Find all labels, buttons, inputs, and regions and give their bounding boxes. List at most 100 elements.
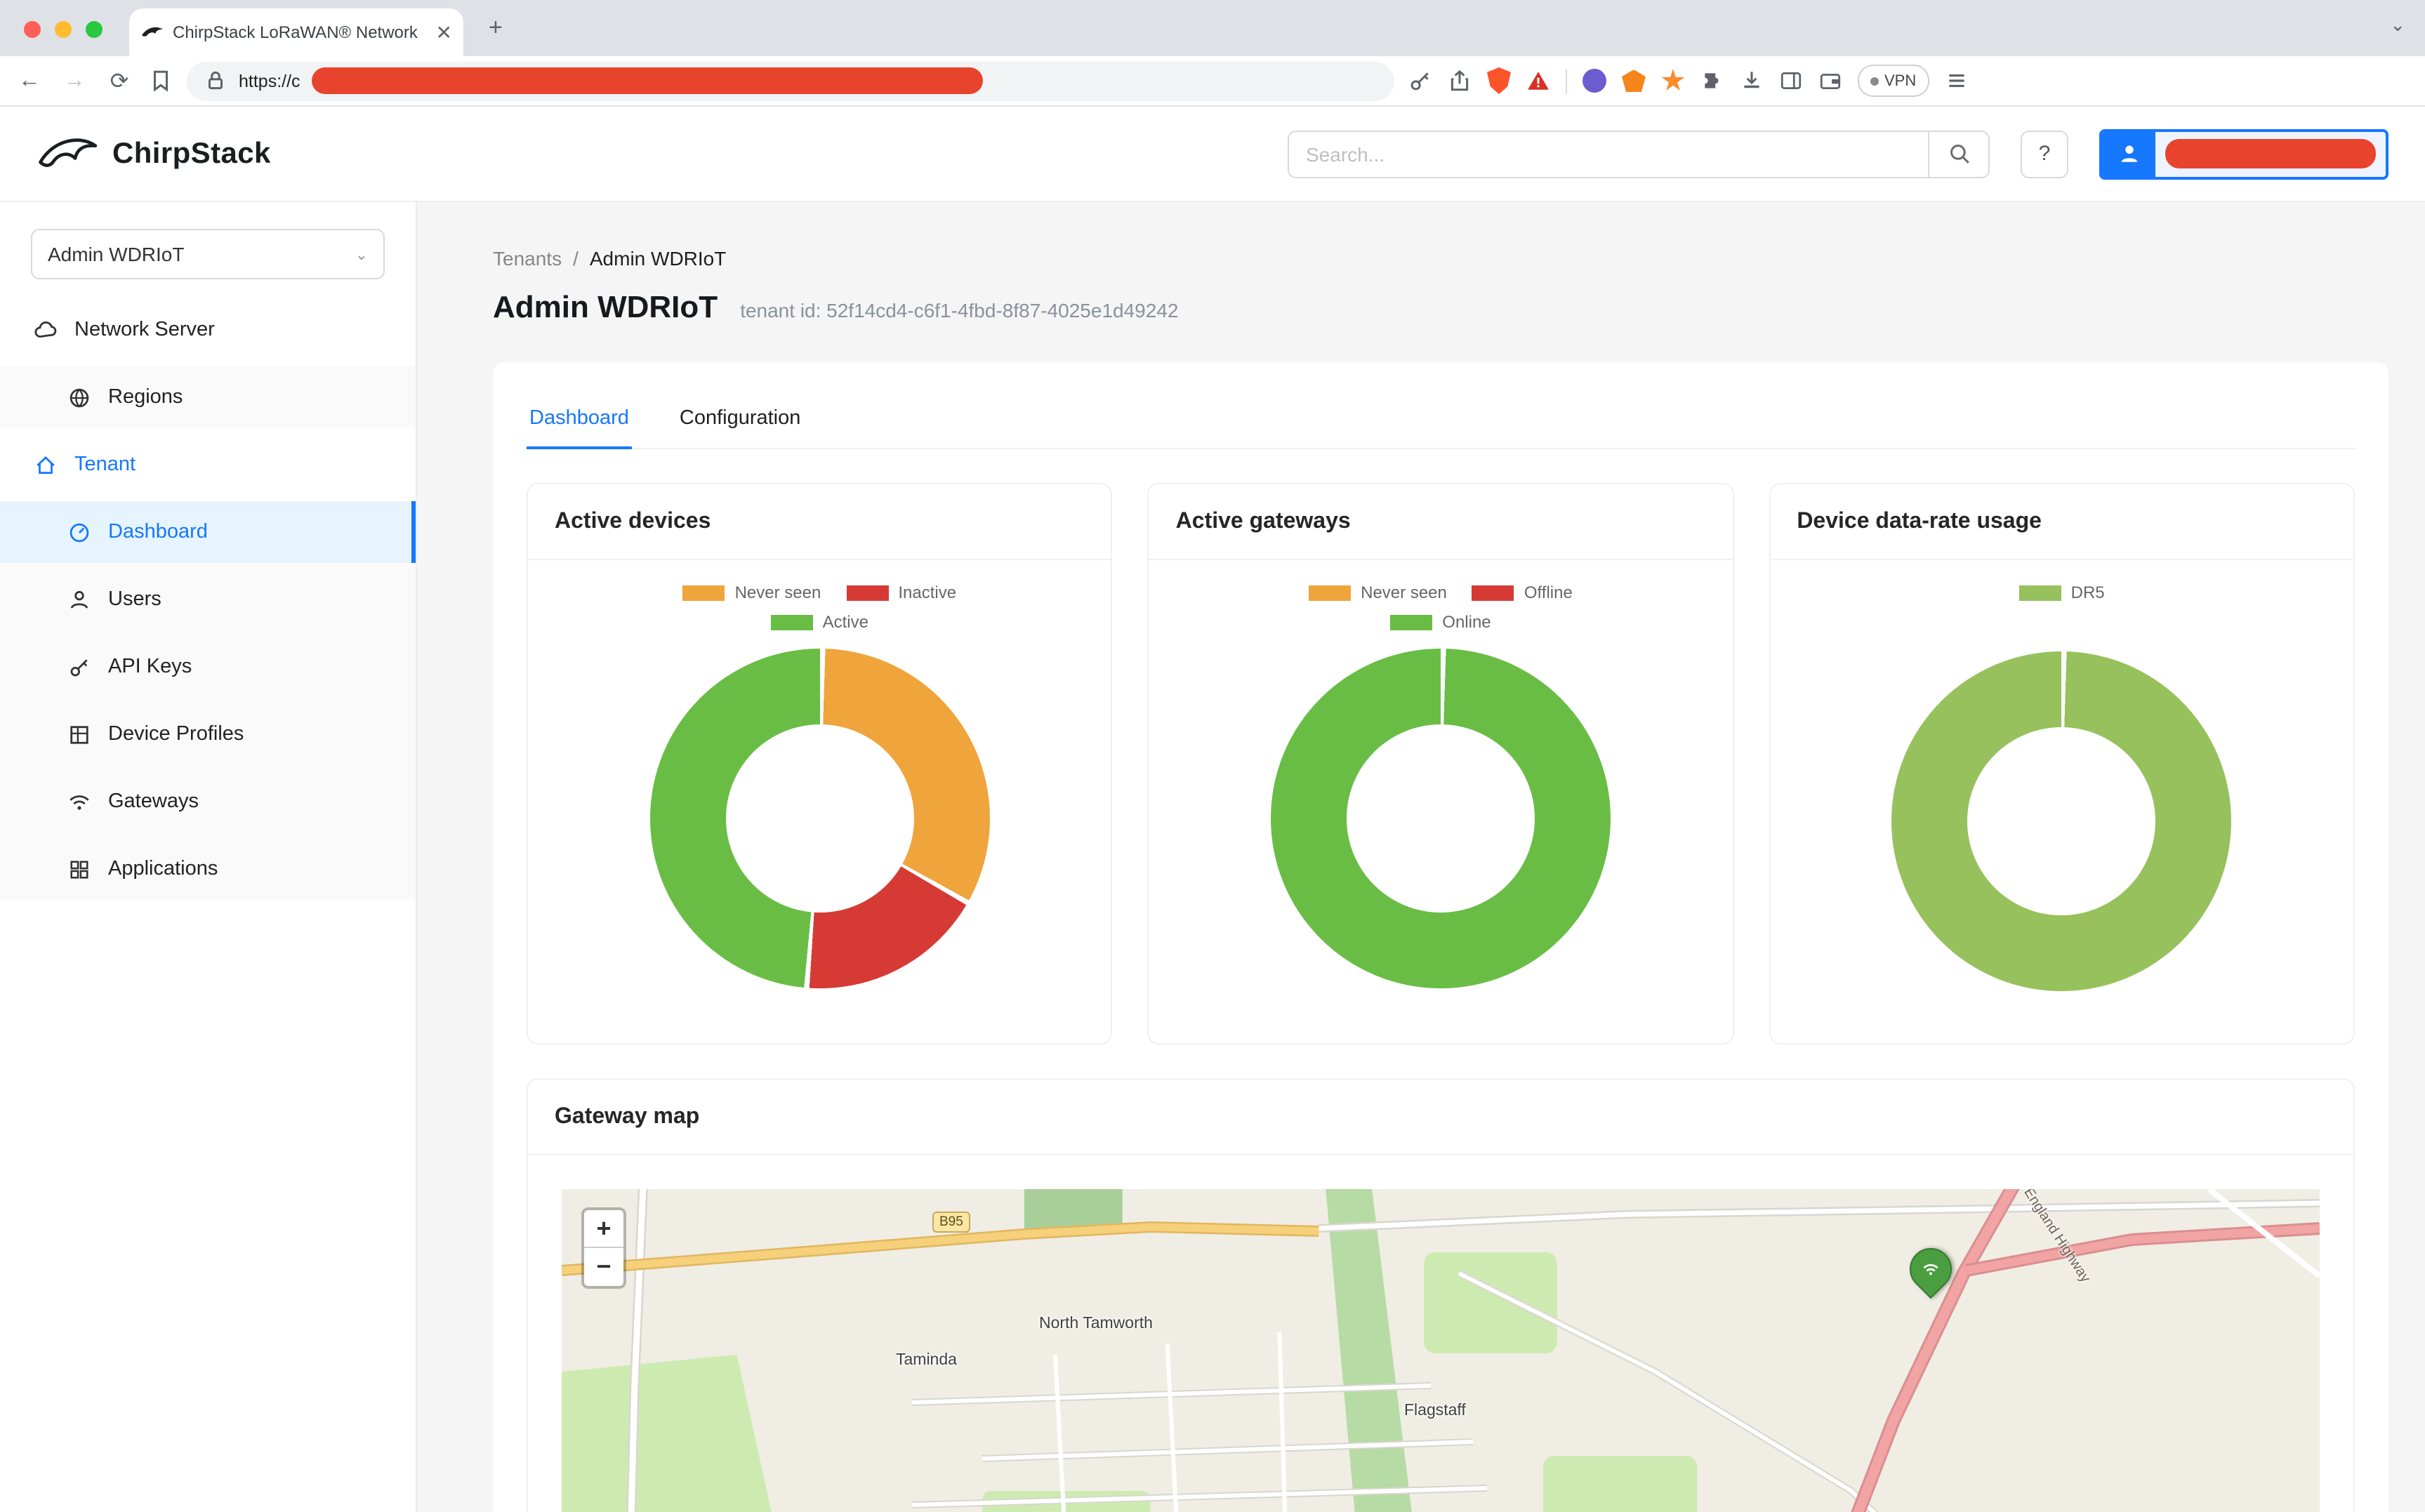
map-label-north-tamworth: North Tamworth — [1039, 1315, 1153, 1332]
browser-menu-icon[interactable] — [1944, 69, 1968, 93]
chirpstack-brand[interactable]: ChirpStack — [37, 130, 271, 178]
legend-label: Offline — [1524, 583, 1573, 602]
legend-label: DR5 — [2071, 583, 2105, 602]
forward-button[interactable]: → — [59, 68, 90, 93]
help-button[interactable]: ? — [2021, 130, 2068, 178]
sidebar-item-label: Applications — [108, 858, 218, 880]
tenant-selector[interactable]: Admin WDRIoT ⌄ — [31, 229, 385, 279]
back-button[interactable]: ← — [14, 68, 45, 93]
legend-label: Never seen — [1361, 583, 1447, 602]
card-title: Active gateways — [1149, 484, 1733, 560]
extensions-puzzle-icon[interactable] — [1700, 69, 1724, 93]
share-icon[interactable] — [1448, 69, 1472, 93]
card-title: Device data-rate usage — [1770, 484, 2353, 560]
browser-tab[interactable]: ChirpStack LoRaWAN® Network ✕ — [129, 8, 463, 56]
password-key-icon[interactable] — [1408, 69, 1432, 93]
sidebar-item-tenant[interactable]: Tenant — [0, 434, 416, 496]
brand-name: ChirpStack — [112, 137, 271, 171]
chart-legend: Never seen Inactive Active — [528, 583, 1111, 632]
app-header: ChirpStack ? — [0, 107, 2425, 202]
lock-icon — [204, 69, 227, 93]
new-tab-button[interactable]: + — [489, 14, 503, 42]
sidebar-item-label: API Keys — [108, 656, 192, 678]
sidebar-item-users[interactable]: Users — [0, 569, 416, 630]
reload-button[interactable]: ⟳ — [104, 67, 135, 95]
search-input[interactable] — [1288, 130, 1928, 178]
window-close-button[interactable] — [24, 21, 41, 38]
user-avatar-segment — [2102, 131, 2155, 176]
active-devices-card: Active devices Never seen Inactive Activ… — [527, 483, 1113, 1045]
breadcrumb: Tenants / Admin WDRIoT — [455, 247, 2387, 270]
brave-shield-icon[interactable] — [1487, 67, 1511, 94]
sidebar-item-label: Device Profiles — [108, 723, 244, 745]
map-label-flagstaff: Flagstaff — [1404, 1402, 1466, 1419]
metamask-fox-icon[interactable] — [1622, 69, 1646, 92]
legend-swatch — [846, 585, 888, 600]
sidebar-item-api-keys[interactable]: API Keys — [0, 636, 416, 698]
user-name-redaction — [2165, 139, 2376, 168]
zoom-in-button[interactable]: + — [584, 1210, 623, 1248]
cloud-icon — [34, 318, 58, 342]
chirpstack-logo-icon — [37, 130, 98, 178]
breadcrumb-current: Admin WDRIoT — [590, 247, 726, 270]
user-name-area — [2155, 139, 2386, 168]
sidebar-item-applications[interactable]: Applications — [0, 838, 416, 900]
sidebar-item-device-profiles[interactable]: Device Profiles — [0, 703, 416, 765]
tab-bar: Dashboard Configuration — [527, 390, 2355, 449]
main-content: Tenants / Admin WDRIoT Admin WDRIoT tena… — [417, 202, 2425, 1512]
sidebar-item-label: Tenant — [74, 453, 136, 476]
search-button[interactable] — [1928, 130, 1990, 178]
sidebar-item-network-server[interactable]: Network Server — [0, 299, 416, 361]
bookmark-icon[interactable] — [149, 69, 173, 93]
sidebar-item-label: Users — [108, 588, 161, 611]
browser-window: ChirpStack LoRaWAN® Network ✕ + ⌄ ← → ⟳ … — [0, 0, 2425, 1512]
downloads-icon[interactable] — [1740, 69, 1764, 93]
legend-swatch — [1390, 614, 1432, 630]
legend-swatch — [2019, 585, 2061, 600]
browser-tab-strip: ChirpStack LoRaWAN® Network ✕ + ⌄ — [0, 0, 2425, 56]
extension-icon-purple[interactable] — [1582, 69, 1606, 93]
legend-swatch — [771, 614, 813, 630]
sidebar-item-regions[interactable]: Regions — [0, 366, 416, 428]
tab-configuration[interactable]: Configuration — [677, 390, 804, 448]
zoom-out-button[interactable]: − — [584, 1248, 623, 1286]
alert-triangle-icon[interactable] — [1526, 69, 1550, 93]
sidebar: Admin WDRIoT ⌄ Network Server — [0, 202, 417, 1512]
data-rate-donut-chart — [1892, 651, 2232, 991]
tab-close-icon[interactable]: ✕ — [436, 22, 452, 42]
window-minimize-button[interactable] — [55, 21, 72, 38]
tab-favicon — [140, 20, 164, 44]
url-text: https://c — [239, 71, 300, 91]
sidebar-item-dashboard[interactable]: Dashboard — [0, 501, 416, 563]
sidebar-item-gateways[interactable]: Gateways — [0, 771, 416, 833]
vpn-button[interactable]: VPN — [1858, 65, 1929, 97]
legend-swatch — [1309, 585, 1351, 600]
dashboard-card: Dashboard Configuration Active devices N… — [493, 362, 2388, 1512]
legend-label: Online — [1442, 612, 1491, 632]
route-badge: B95 — [932, 1212, 970, 1233]
breadcrumb-tenants[interactable]: Tenants — [493, 247, 562, 270]
window-zoom-button[interactable] — [86, 21, 103, 38]
gateway-map[interactable]: + − B95 North Tamworth Taminda Flagstaff… — [562, 1189, 2320, 1512]
tab-search-chevron-icon[interactable]: ⌄ — [2390, 14, 2405, 37]
sidebar-panel-icon[interactable] — [1779, 69, 1803, 93]
breadcrumb-separator: / — [573, 247, 579, 270]
users-icon — [67, 588, 91, 611]
user-menu-button[interactable] — [2099, 128, 2388, 179]
home-icon — [34, 453, 58, 477]
wifi-icon — [67, 790, 91, 814]
search-icon — [1947, 142, 1971, 166]
stat-cards-row: Active devices Never seen Inactive Activ… — [527, 483, 2355, 1045]
map-zoom-control: + − — [581, 1207, 626, 1289]
tab-dashboard[interactable]: Dashboard — [527, 390, 632, 448]
device-profiles-icon — [67, 722, 91, 746]
dashboard-icon — [67, 520, 91, 544]
key-icon — [67, 655, 91, 679]
address-bar[interactable]: https://c — [187, 61, 1394, 100]
extension-icon-starburst[interactable] — [1661, 69, 1685, 93]
tab-title: ChirpStack LoRaWAN® Network — [173, 22, 428, 42]
legend-swatch — [1472, 585, 1514, 600]
active-devices-donut-chart — [649, 649, 989, 988]
wallet-icon[interactable] — [1818, 69, 1842, 93]
sidebar-menu: Network Server Regions Tenant — [0, 299, 416, 900]
